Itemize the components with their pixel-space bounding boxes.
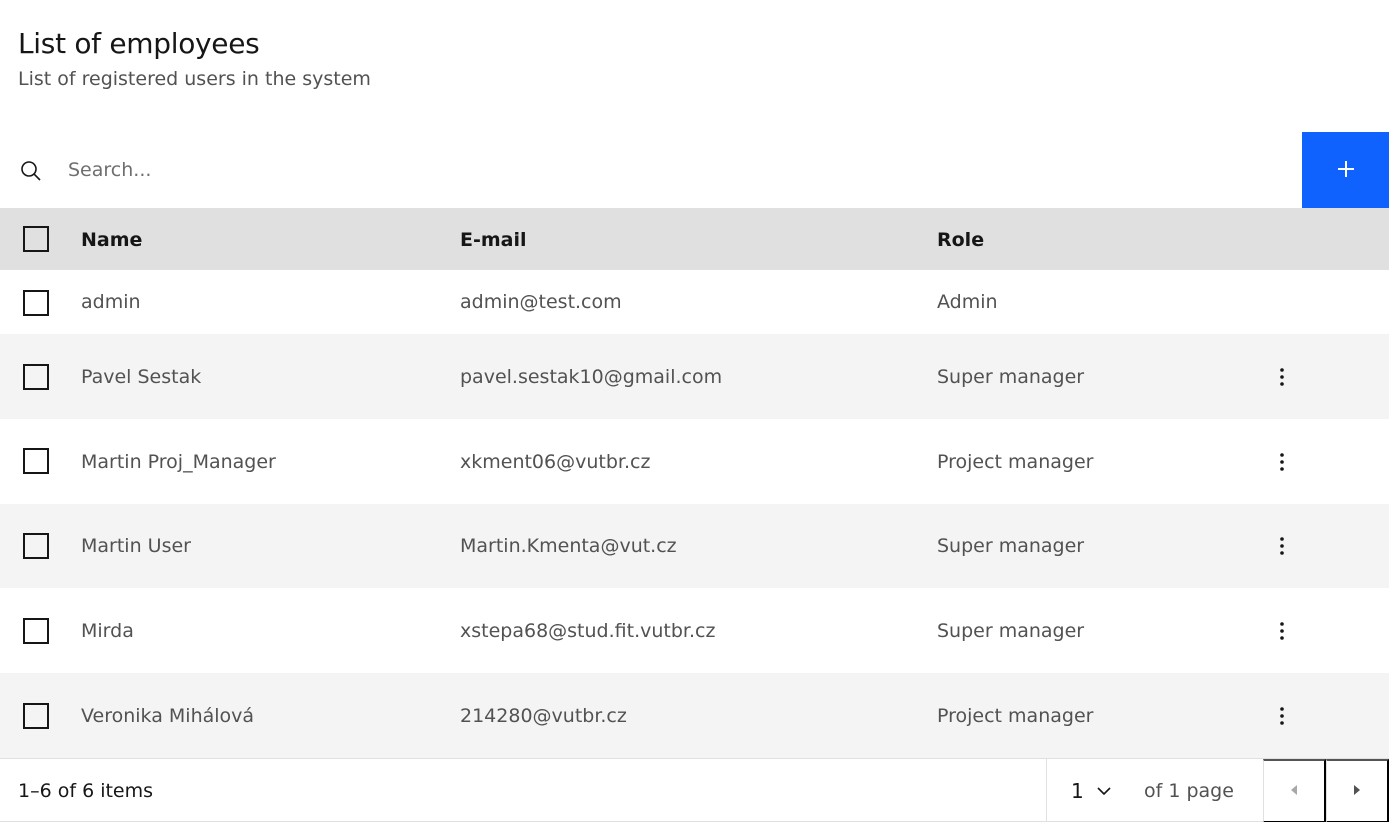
table-row: Veronika Mihálová 214280@vutbr.cz Projec… bbox=[0, 673, 1389, 758]
table-row: Martin Proj_Manager xkment06@vutbr.cz Pr… bbox=[0, 419, 1389, 504]
cell-name: admin bbox=[81, 291, 141, 313]
chevron-down-icon[interactable] bbox=[1096, 783, 1112, 799]
page-title: List of employees bbox=[18, 27, 260, 60]
column-header-name[interactable]: Name bbox=[81, 208, 142, 270]
cell-email: pavel.sestak10@gmail.com bbox=[460, 365, 723, 388]
cell-email: 214280@vutbr.cz bbox=[460, 704, 627, 727]
page-subtitle: List of registered users in the system bbox=[18, 68, 371, 90]
row-overflow-menu-button[interactable] bbox=[1270, 588, 1294, 673]
row-overflow-menu-button[interactable] bbox=[1270, 673, 1294, 758]
row-overflow-menu-button[interactable] bbox=[1270, 504, 1294, 588]
row-checkbox[interactable] bbox=[23, 364, 49, 390]
total-pages-text: of 1 page bbox=[1144, 780, 1234, 802]
cell-email: Martin.Kmenta@vut.cz bbox=[460, 535, 677, 557]
column-header-role[interactable]: Role bbox=[937, 208, 984, 270]
table-toolbar bbox=[0, 132, 1389, 208]
row-overflow-menu-button[interactable] bbox=[1270, 334, 1294, 419]
table-row: Mirda xstepa68@stud.fit.vutbr.cz Super m… bbox=[0, 588, 1389, 673]
cell-name: Martin Proj_Manager bbox=[81, 450, 276, 473]
row-checkbox[interactable] bbox=[23, 703, 49, 729]
row-checkbox[interactable] bbox=[23, 448, 49, 474]
row-overflow-menu-button[interactable] bbox=[1270, 419, 1294, 504]
cell-role: Admin bbox=[937, 291, 998, 313]
table-row: admin admin@test.com Admin bbox=[0, 270, 1389, 334]
items-range-text: 1–6 of 6 items bbox=[18, 780, 154, 802]
table-header-row: Name E-mail Role bbox=[0, 208, 1389, 270]
pagination-bar: 1–6 of 6 items 1 of 1 page bbox=[0, 758, 1389, 822]
overflow-menu-icon bbox=[1280, 367, 1284, 386]
caret-left-icon bbox=[1289, 784, 1299, 799]
select-all-checkbox[interactable] bbox=[23, 226, 49, 252]
search-input[interactable] bbox=[58, 132, 1298, 208]
cell-name: Pavel Sestak bbox=[81, 365, 202, 388]
overflow-menu-icon bbox=[1280, 452, 1284, 471]
cell-name: Veronika Mihálová bbox=[81, 704, 255, 727]
overflow-menu-icon bbox=[1280, 621, 1284, 640]
overflow-menu-icon bbox=[1280, 537, 1284, 555]
page-header: List of employees List of registered use… bbox=[18, 26, 371, 91]
cell-name: Mirda bbox=[81, 619, 134, 642]
current-page-value[interactable]: 1 bbox=[1071, 759, 1084, 822]
cell-role: Super manager bbox=[937, 365, 1085, 388]
cell-role: Project manager bbox=[937, 704, 1094, 727]
page-select[interactable]: 1 of 1 page bbox=[1046, 759, 1263, 822]
add-employee-button[interactable] bbox=[1302, 132, 1389, 208]
cell-name: Martin User bbox=[81, 535, 191, 557]
cell-email: admin@test.com bbox=[460, 291, 622, 313]
search-icon bbox=[19, 159, 43, 183]
column-header-email[interactable]: E-mail bbox=[460, 208, 527, 270]
row-checkbox[interactable] bbox=[23, 618, 49, 644]
caret-right-icon bbox=[1352, 784, 1362, 799]
table-row: Martin User Martin.Kmenta@vut.cz Super m… bbox=[0, 504, 1389, 588]
cell-email: xkment06@vutbr.cz bbox=[460, 450, 651, 473]
row-checkbox[interactable] bbox=[23, 533, 49, 559]
employees-table: Name E-mail Role admin admin@test.com Ad… bbox=[0, 208, 1389, 758]
cell-email: xstepa68@stud.fit.vutbr.cz bbox=[460, 619, 716, 642]
cell-role: Super manager bbox=[937, 535, 1085, 557]
plus-icon bbox=[1335, 158, 1357, 183]
overflow-menu-icon bbox=[1280, 706, 1284, 725]
previous-page-button[interactable] bbox=[1263, 759, 1326, 822]
cell-role: Project manager bbox=[937, 450, 1094, 473]
table-row: Pavel Sestak pavel.sestak10@gmail.com Su… bbox=[0, 334, 1389, 419]
cell-role: Super manager bbox=[937, 619, 1085, 642]
row-checkbox[interactable] bbox=[23, 290, 49, 316]
next-page-button[interactable] bbox=[1326, 759, 1389, 822]
